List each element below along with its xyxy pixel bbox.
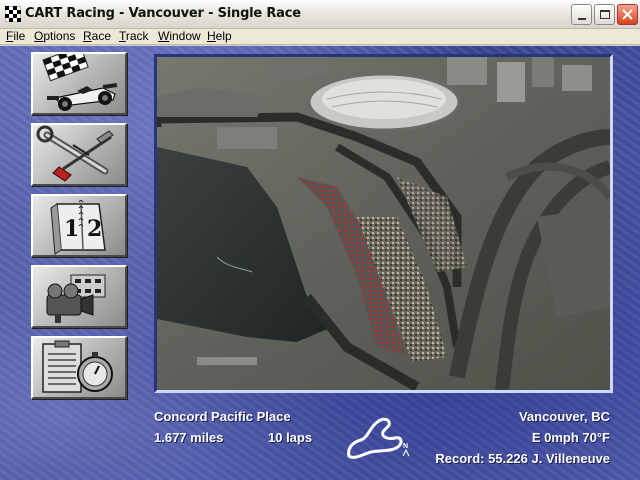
- close-button[interactable]: [617, 4, 638, 25]
- minimize-button[interactable]: [571, 4, 592, 25]
- menu-race[interactable]: Race: [83, 29, 111, 44]
- menu-track[interactable]: Track: [119, 29, 149, 44]
- race-car-button[interactable]: [31, 52, 127, 115]
- lap-record: Record: 55.226 J. Villeneuve: [435, 451, 610, 466]
- title-bar[interactable]: CART Racing - Vancouver - Single Race: [0, 0, 640, 29]
- main-panel: 1 2 Concord Pacific Place 1.677 miles 10…: [0, 46, 640, 480]
- track-location: Vancouver, BC: [518, 409, 610, 424]
- window-title: CART Racing - Vancouver - Single Race: [25, 6, 301, 21]
- north-label: N: [403, 443, 408, 450]
- track-info-panel: Concord Pacific Place 1.677 miles 10 lap…: [149, 406, 616, 470]
- race-laps: 10 laps: [268, 430, 313, 445]
- video-camera-film-icon: [46, 274, 106, 323]
- app-icon: [5, 6, 21, 22]
- maximize-icon: [599, 10, 610, 19]
- race-car-checkered-flag-icon: [42, 54, 118, 111]
- schedule-button[interactable]: 1 2: [31, 194, 127, 257]
- track-length: 1.677 miles: [154, 430, 224, 445]
- close-icon: [622, 9, 633, 20]
- replay-camera-button[interactable]: [31, 265, 127, 328]
- clipboard-stopwatch-icon: [42, 340, 113, 393]
- wrench-screwdriver-icon: [36, 125, 114, 182]
- calendar-book-icon: 1 2: [50, 200, 106, 255]
- results-button[interactable]: [31, 336, 127, 399]
- track-outline-map-icon: N: [347, 417, 410, 459]
- menu-options[interactable]: Options: [34, 29, 75, 44]
- track-name: Concord Pacific Place: [154, 409, 291, 424]
- track-aerial-image: [157, 57, 610, 390]
- menu-help[interactable]: Help: [207, 29, 232, 44]
- svg-text:2: 2: [87, 216, 102, 242]
- menu-file[interactable]: File: [6, 29, 25, 44]
- menu-bar: File Options Race Track Window Help: [0, 29, 640, 45]
- track-aerial-photo: [154, 54, 613, 393]
- maximize-button[interactable]: [594, 4, 615, 25]
- garage-setup-button[interactable]: [31, 123, 127, 186]
- menu-window[interactable]: Window: [158, 29, 201, 44]
- svg-text:1: 1: [64, 216, 79, 242]
- minimize-icon: [577, 17, 586, 20]
- weather-conditions: E 0mph 70°F: [531, 430, 610, 445]
